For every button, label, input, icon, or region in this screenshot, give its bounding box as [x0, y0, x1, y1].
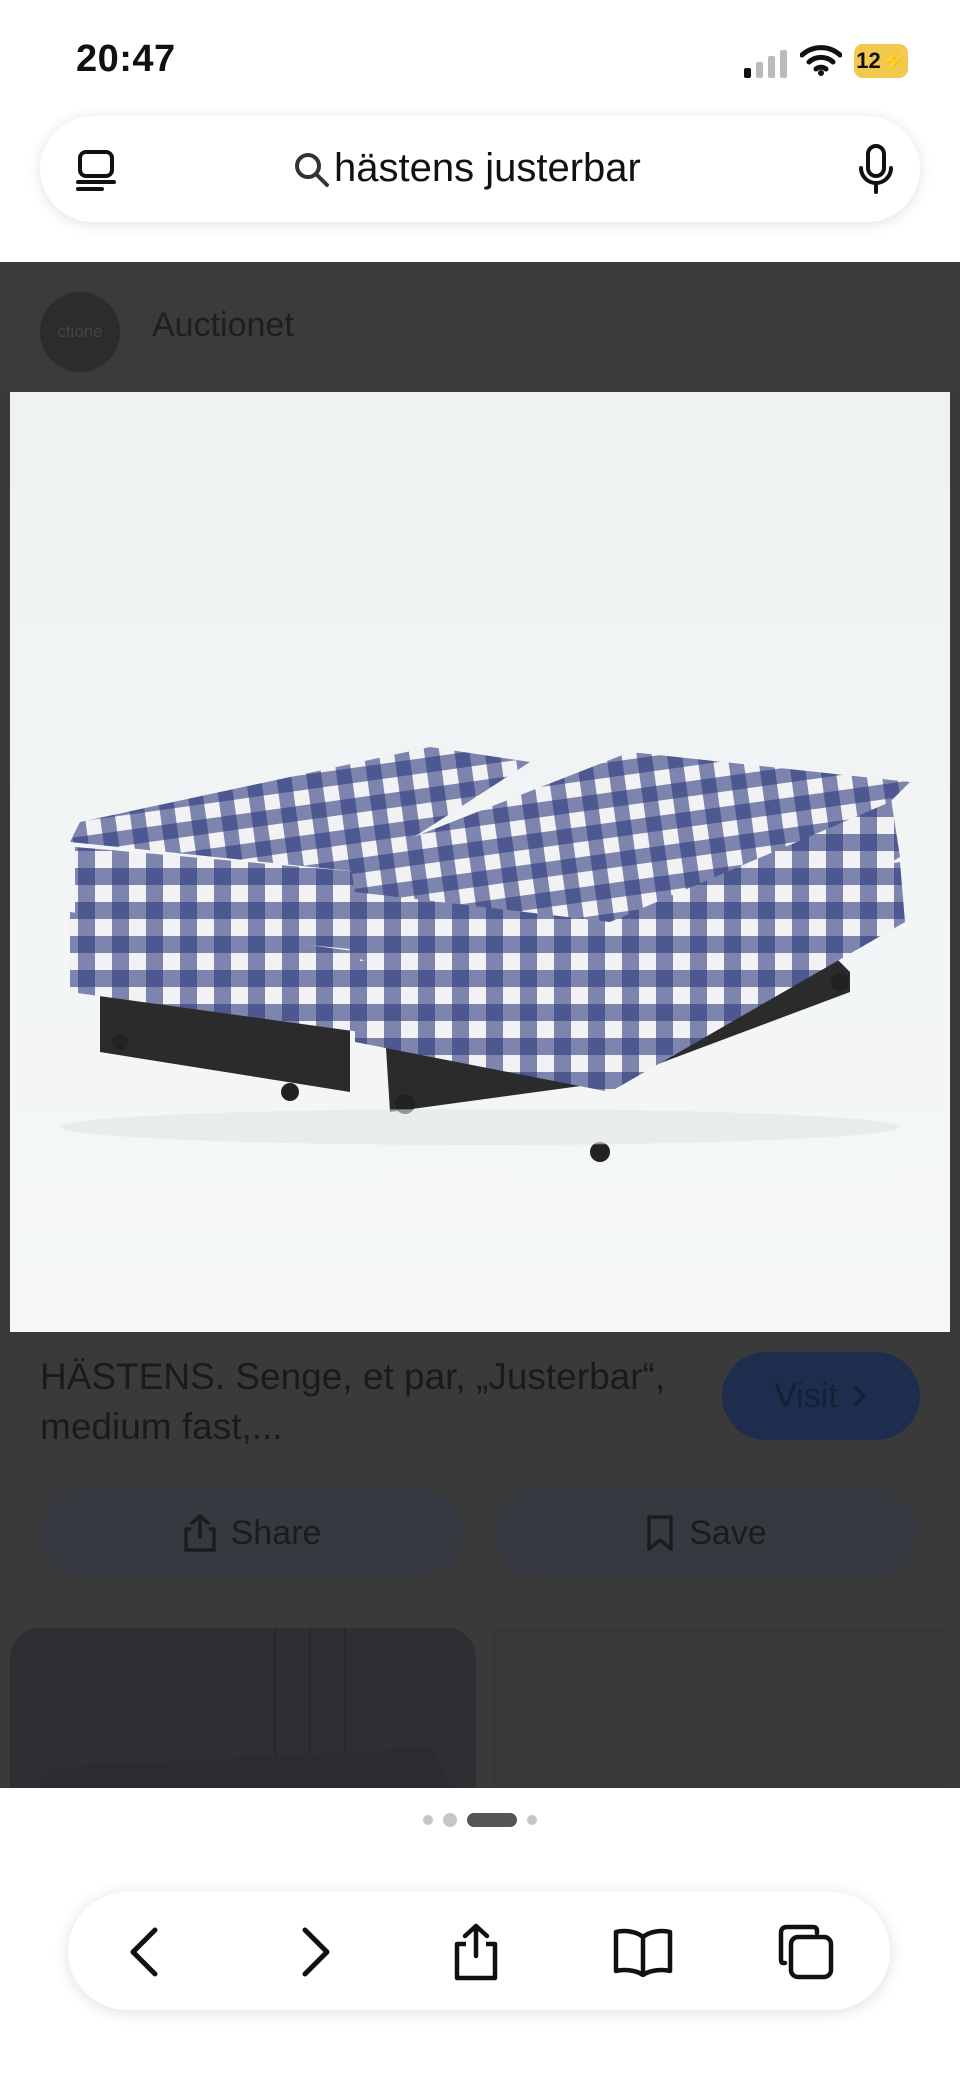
share-icon: [183, 1514, 216, 1552]
status-time: 20:47: [76, 38, 176, 80]
save-button[interactable]: Save: [494, 1488, 918, 1578]
page-indicator[interactable]: [0, 1810, 960, 1830]
mic-icon[interactable]: [856, 144, 896, 196]
cellular-signal-icon: [744, 50, 787, 78]
source-logo: ctione: [40, 292, 120, 372]
share-button[interactable]: Share: [40, 1488, 464, 1578]
back-icon: [130, 1927, 158, 1977]
source-header[interactable]: [0, 262, 960, 392]
charging-icon: ⚡: [880, 50, 906, 73]
book-icon: [613, 1928, 673, 1977]
bookmark-icon: [647, 1515, 673, 1551]
battery-level: 12: [856, 48, 881, 73]
page-dot: [443, 1813, 457, 1827]
bookmarks-button[interactable]: [603, 1912, 683, 1992]
page-dot-active: [467, 1813, 517, 1827]
source-name[interactable]: Auctionet: [152, 306, 294, 345]
tabs-icon[interactable]: [74, 148, 118, 192]
battery-indicator: 12 ⚡: [854, 44, 908, 78]
page-dot: [527, 1815, 537, 1825]
visit-label: Visit: [774, 1376, 838, 1415]
forward-icon: [302, 1927, 330, 1977]
page-dot: [423, 1815, 433, 1825]
share-page-button[interactable]: [436, 1912, 516, 1992]
result-title[interactable]: HÄSTENS. Senge, et par, „Justerbar“, med…: [40, 1352, 680, 1452]
search-input[interactable]: hästens justerbar: [334, 146, 641, 191]
search-icon: [295, 153, 329, 187]
share-icon: [454, 1923, 498, 1981]
result-image[interactable]: [10, 392, 950, 1332]
forward-button[interactable]: [275, 1912, 355, 1992]
save-label: Save: [689, 1513, 767, 1552]
chevron-right-icon: [853, 1385, 866, 1407]
visit-button[interactable]: Visit: [722, 1352, 920, 1440]
share-label: Share: [230, 1513, 322, 1552]
wifi-icon: [800, 45, 842, 76]
back-button[interactable]: [105, 1912, 185, 1992]
tabs-overview-icon: [778, 1924, 834, 1980]
tabs-overview-button[interactable]: [766, 1912, 846, 1992]
bed-image: [10, 392, 950, 1332]
